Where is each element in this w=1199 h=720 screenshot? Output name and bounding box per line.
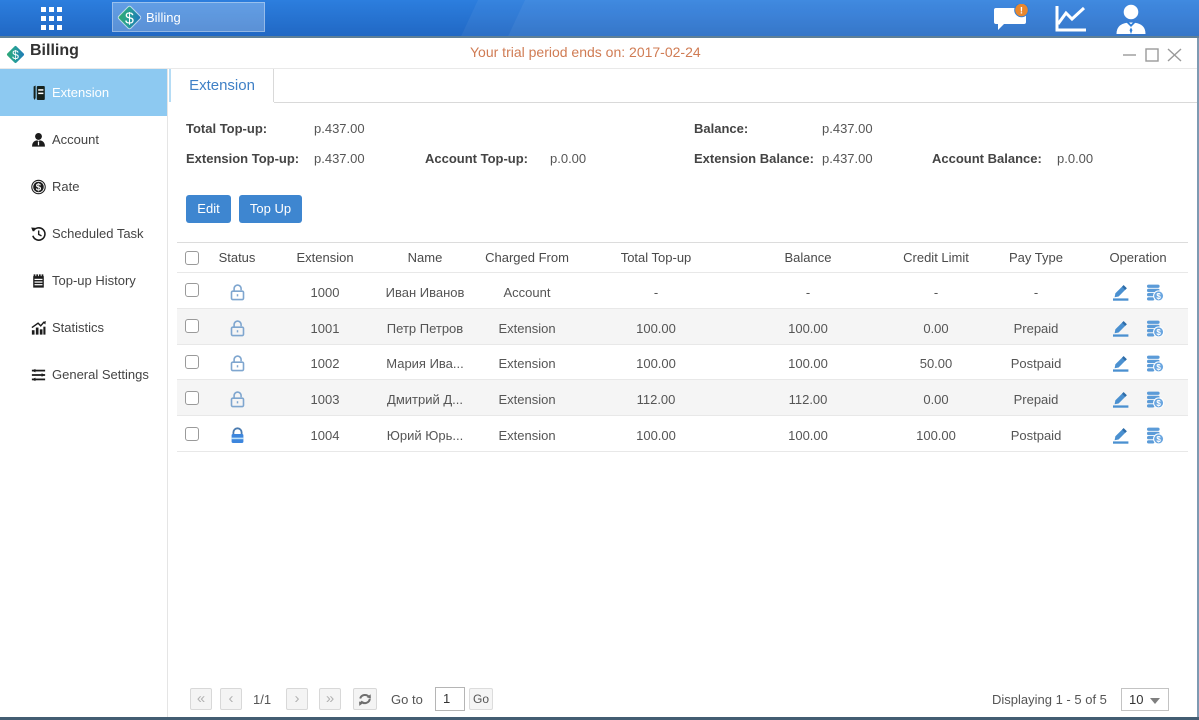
svg-text:$: $ [36,182,42,193]
svg-text:$: $ [1156,292,1161,301]
svg-text:$: $ [1156,363,1161,372]
svg-text:$: $ [1156,435,1161,444]
svg-text:$: $ [1156,399,1161,408]
svg-text:$: $ [125,10,134,27]
svg-text:!: ! [1020,6,1023,17]
svg-text:$: $ [1156,328,1161,337]
svg-text:$: $ [12,48,19,62]
